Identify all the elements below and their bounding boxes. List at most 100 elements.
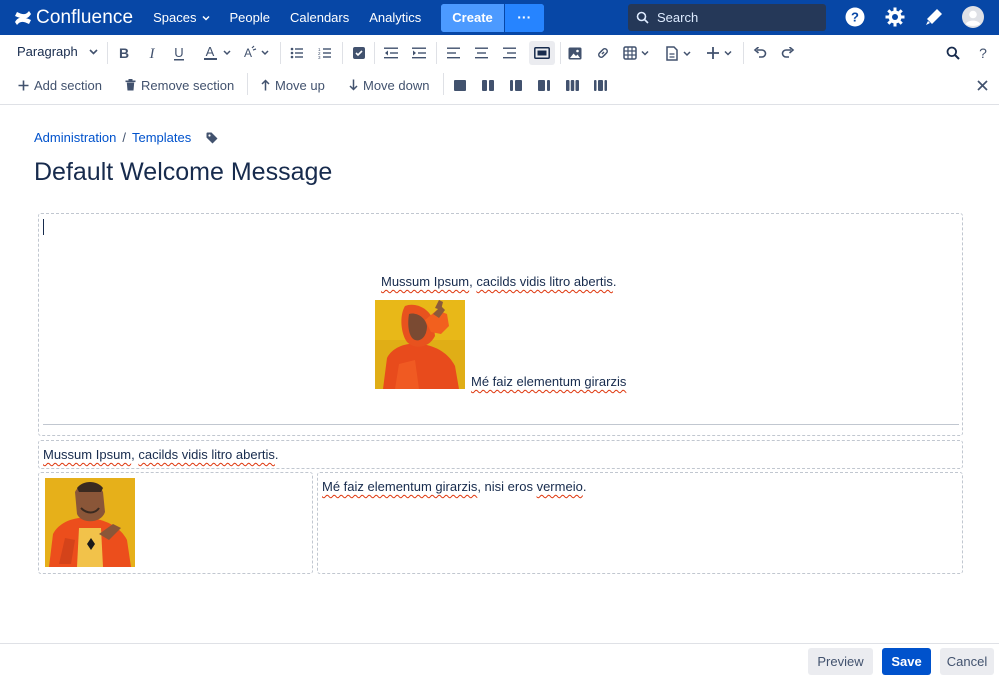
table-icon[interactable]: [623, 42, 653, 64]
cancel-button[interactable]: Cancel: [940, 648, 994, 675]
svg-text:I: I: [149, 46, 156, 60]
nav-calendars-label: Calendars: [289, 10, 350, 25]
section-3-text-period: .: [582, 479, 587, 494]
layout-section-1[interactable]: [38, 213, 963, 436]
drake-no-image[interactable]: [375, 300, 465, 389]
numbered-list-icon[interactable]: 123: [317, 42, 333, 64]
svg-text:3: 3: [318, 55, 321, 59]
full-width-icon[interactable]: [529, 41, 555, 65]
remove-section-button[interactable]: Remove section: [125, 76, 234, 94]
confluence-logo[interactable]: Confluence: [14, 7, 133, 29]
add-section-button[interactable]: Add section: [18, 76, 102, 94]
footer-border: [0, 643, 999, 644]
create-button-group: Create ···: [441, 3, 544, 32]
nav-spaces-label: Spaces: [153, 10, 197, 25]
toolbar-divider: [560, 42, 561, 64]
layout-two-column-left-sidebar-icon[interactable]: [510, 76, 522, 94]
layout-two-column-right-sidebar-icon[interactable]: [538, 76, 550, 94]
chevron-down-icon: [89, 48, 98, 55]
link-icon[interactable]: [595, 42, 611, 64]
align-right-icon[interactable]: [501, 42, 517, 64]
confluence-logo-icon: [15, 10, 31, 25]
layout-three-column-icon[interactable]: [566, 76, 579, 94]
horizontal-rule: [43, 424, 959, 425]
avatar[interactable]: [962, 6, 984, 28]
move-up-button[interactable]: Move up: [261, 76, 325, 94]
insert-more-icon[interactable]: [706, 42, 736, 64]
save-button[interactable]: Save: [882, 648, 931, 675]
italic-icon[interactable]: I: [144, 42, 160, 64]
text-color-icon[interactable]: A: [203, 42, 233, 64]
underline-icon[interactable]: U: [171, 42, 187, 64]
paragraph-style-select[interactable]: Paragraph: [17, 44, 98, 59]
breadcrumb: Administration / Templates: [34, 130, 218, 145]
remove-section-label: Remove section: [141, 77, 235, 93]
search-input[interactable]: Search: [628, 4, 826, 31]
layout-three-column-sidebars-icon[interactable]: [594, 76, 607, 94]
bullet-list-icon[interactable]: [289, 42, 305, 64]
spell-error-me-faiz: Mé faiz elementum girarzis: [322, 479, 478, 494]
nav-people[interactable]: People: [230, 10, 270, 25]
section-3-text[interactable]: Mé faiz elementum girarzis, nisi eros ve…: [322, 479, 586, 494]
nav-calendars[interactable]: Calendars: [290, 10, 349, 25]
settings-gear-icon[interactable]: [884, 6, 906, 28]
add-section-label: Add section: [34, 77, 102, 93]
arrow-down-icon: [349, 79, 358, 91]
toolbar-divider: [374, 42, 375, 64]
drake-yes-image[interactable]: [45, 478, 135, 567]
spell-error-cacilds: cacilds vidis litro abertis: [138, 447, 275, 462]
breadcrumb-administration-link[interactable]: Administration: [34, 130, 116, 145]
insert-template-icon[interactable]: [665, 42, 695, 64]
layout-single-column-icon[interactable]: [454, 76, 466, 94]
trash-icon: [125, 79, 136, 91]
svg-text:B: B: [119, 46, 129, 60]
move-down-button[interactable]: Move down: [349, 76, 429, 94]
spell-error-me-faiz: Mé faiz elementum girarzis: [471, 374, 627, 389]
undo-icon[interactable]: [752, 42, 768, 64]
plus-icon: [18, 80, 29, 91]
nav-analytics[interactable]: Analytics: [369, 10, 421, 25]
align-left-icon[interactable]: [445, 42, 461, 64]
close-icon[interactable]: [977, 76, 988, 94]
toolbar-border: [0, 104, 999, 105]
breadcrumb-templates-link[interactable]: Templates: [132, 130, 191, 145]
page-title[interactable]: Default Welcome Message: [34, 158, 332, 187]
section-2-text[interactable]: Mussum Ipsum, cacilds vidis litro aberti…: [43, 447, 279, 462]
create-button[interactable]: Create: [441, 3, 504, 32]
toolbar-divider: [280, 42, 281, 64]
chevron-down-icon: [201, 15, 210, 21]
section-1-image-caption[interactable]: Mé faiz elementum girarzis: [471, 374, 626, 389]
arrow-up-icon: [261, 79, 270, 91]
section-3-text-middle: , nisi eros: [477, 479, 537, 494]
section-1-text[interactable]: Mussum Ipsum, cacilds vidis litro aberti…: [381, 274, 617, 289]
paragraph-style-label: Paragraph: [17, 44, 78, 59]
toolbar-divider: [342, 42, 343, 64]
toolbar-divider: [436, 42, 437, 64]
toolbar-divider: [107, 42, 108, 64]
spell-error-cacilds: cacilds vidis litro abertis: [476, 274, 613, 289]
text-effects-icon[interactable]: A: [241, 42, 271, 64]
help-question-icon[interactable]: ?: [975, 42, 991, 64]
nav-spaces[interactable]: Spaces: [153, 10, 210, 25]
spell-error-vermeio: vermeio: [536, 479, 583, 494]
outdent-icon[interactable]: [383, 42, 399, 64]
label-tag-icon[interactable]: [206, 132, 218, 144]
task-checkbox-icon[interactable]: [351, 42, 367, 64]
image-icon[interactable]: [567, 42, 583, 64]
redo-icon[interactable]: [780, 42, 796, 64]
section-1-text-period: .: [612, 274, 617, 289]
align-center-icon[interactable]: [473, 42, 489, 64]
bold-icon[interactable]: B: [116, 42, 132, 64]
notifications-megaphone-icon[interactable]: [923, 6, 945, 28]
logo-text: Confluence: [36, 6, 134, 28]
help-icon[interactable]: ?: [844, 6, 866, 28]
indent-icon[interactable]: [411, 42, 427, 64]
preview-button[interactable]: Preview: [808, 648, 873, 675]
nav-people-label: People: [229, 10, 270, 25]
text-cursor: [43, 219, 44, 235]
layout-two-column-icon[interactable]: [482, 76, 494, 94]
find-replace-search-icon[interactable]: [945, 42, 961, 64]
toolbar-divider: [743, 42, 744, 64]
nav-analytics-label: Analytics: [369, 10, 422, 25]
create-more-button[interactable]: ···: [503, 3, 544, 32]
